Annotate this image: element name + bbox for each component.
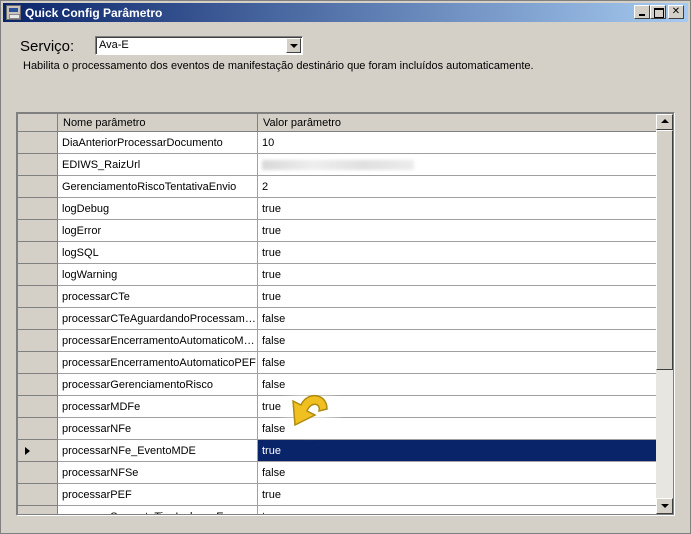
table-row[interactable]: processarPEF true [18, 484, 656, 506]
row-header-cell[interactable] [18, 462, 58, 484]
table-row[interactable]: processarCTe true [18, 286, 656, 308]
param-name-cell[interactable]: logDebug [58, 198, 258, 220]
param-value-cell[interactable]: false [258, 374, 656, 396]
param-name-cell[interactable]: EDIWS_RaizUrl [58, 154, 258, 176]
row-header-cell[interactable] [18, 220, 58, 242]
row-header-cell[interactable] [18, 286, 58, 308]
row-header-cell[interactable] [18, 330, 58, 352]
table-row[interactable]: processarNFSe false [18, 462, 656, 484]
param-name-cell[interactable]: DiaAnteriorProcessarDocumento [58, 132, 258, 154]
param-name-cell[interactable]: processarPEF [58, 484, 258, 506]
current-row-arrow-icon [25, 447, 30, 455]
param-name-cell[interactable]: processarEncerramentoAutomaticoPEF [58, 352, 258, 374]
param-value-cell[interactable]: true [258, 506, 656, 514]
param-value-cell[interactable] [258, 154, 656, 176]
row-header-cell[interactable] [18, 198, 58, 220]
param-name-cell[interactable]: processarGerenciamentoRisco [58, 374, 258, 396]
param-value-cell[interactable]: false [258, 352, 656, 374]
row-header-cell[interactable] [18, 154, 58, 176]
param-value-cell[interactable]: true [258, 198, 656, 220]
param-name-cell[interactable]: processarMDFe [58, 396, 258, 418]
table-row[interactable]: processarEncerramentoAutomaticoPEF false [18, 352, 656, 374]
row-header-cell[interactable] [18, 418, 58, 440]
maximize-button[interactable] [650, 5, 666, 19]
table-row[interactable]: logSQL true [18, 242, 656, 264]
row-header-cell[interactable] [18, 242, 58, 264]
row-header-cell[interactable] [18, 440, 58, 462]
row-header-cell[interactable] [18, 352, 58, 374]
row-header-cell[interactable] [18, 132, 58, 154]
table-row[interactable]: logDebug true [18, 198, 656, 220]
row-header-cell[interactable] [18, 264, 58, 286]
param-value-cell[interactable]: false [258, 418, 656, 440]
chevron-down-icon[interactable] [286, 38, 301, 53]
param-name-cell[interactable]: logSQL [58, 242, 258, 264]
param-name-cell[interactable]: processarSomenteTipoInclusaoEspecifico [58, 506, 258, 514]
param-name-cell[interactable]: processarCTeAguardandoProcessamento [58, 308, 258, 330]
grid-header: Nome parâmetro Valor parâmetro [18, 114, 656, 132]
title-bar[interactable]: Quick Config Parâmetro ✕ [3, 3, 688, 22]
table-row[interactable]: processarNFe_EventoMDE true [18, 440, 656, 462]
quick-config-window: Quick Config Parâmetro ✕ Serviço: Ava-E … [0, 0, 691, 534]
table-row[interactable]: logWarning true [18, 264, 656, 286]
param-value-cell[interactable]: 2 [258, 176, 656, 198]
parameters-grid[interactable]: Nome parâmetro Valor parâmetro DiaAnteri… [16, 112, 675, 516]
row-header-cell[interactable] [18, 396, 58, 418]
service-dropdown-value: Ava-E [99, 39, 129, 51]
window-title: Quick Config Parâmetro [25, 6, 163, 20]
param-name-cell[interactable]: logWarning [58, 264, 258, 286]
scroll-thumb[interactable] [656, 130, 673, 370]
param-value-cell[interactable]: true [258, 264, 656, 286]
row-header-cell[interactable] [18, 484, 58, 506]
param-name-cell[interactable]: logError [58, 220, 258, 242]
close-button[interactable]: ✕ [668, 5, 684, 19]
param-value-cell[interactable]: true [258, 440, 656, 462]
service-label: Serviço: [20, 38, 75, 55]
param-value-cell[interactable]: true [258, 220, 656, 242]
table-row[interactable]: logError true [18, 220, 656, 242]
row-header-cell[interactable] [18, 176, 58, 198]
row-header-cell[interactable] [18, 308, 58, 330]
column-header-name[interactable]: Nome parâmetro [58, 114, 258, 132]
table-row[interactable]: processarGerenciamentoRisco false [18, 374, 656, 396]
param-name-cell[interactable]: GerenciamentoRiscoTentativaEnvio [58, 176, 258, 198]
param-value-cell[interactable]: false [258, 308, 656, 330]
param-value-cell[interactable]: true [258, 484, 656, 506]
param-name-cell[interactable]: processarEncerramentoAutomaticoMDFe [58, 330, 258, 352]
table-row[interactable]: processarNFe false [18, 418, 656, 440]
param-name-cell[interactable]: processarNFe_EventoMDE [58, 440, 258, 462]
service-description: Habilita o processamento dos eventos de … [23, 60, 534, 72]
scroll-down-button[interactable] [656, 498, 673, 514]
service-dropdown[interactable]: Ava-E [95, 36, 303, 55]
param-value-cell[interactable]: true [258, 286, 656, 308]
row-header-cell[interactable] [18, 506, 58, 514]
table-row[interactable]: processarSomenteTipoInclusaoEspecificotr… [18, 506, 656, 514]
row-header-corner[interactable] [18, 114, 58, 132]
table-row[interactable]: processarEncerramentoAutomaticoMDFe false [18, 330, 656, 352]
vertical-scrollbar[interactable] [656, 114, 673, 514]
table-row[interactable]: processarCTeAguardandoProcessamento false [18, 308, 656, 330]
param-value-cell[interactable]: 10 [258, 132, 656, 154]
grid-rows: DiaAnteriorProcessarDocumento 10 EDIWS_Rai… [18, 132, 656, 514]
param-value-cell[interactable]: true [258, 242, 656, 264]
table-row[interactable]: EDIWS_RaizUrl [18, 154, 656, 176]
redacted-value [262, 160, 414, 170]
scroll-up-button[interactable] [656, 114, 673, 130]
table-row[interactable]: DiaAnteriorProcessarDocumento 10 [18, 132, 656, 154]
param-value-cell[interactable]: true [258, 396, 656, 418]
param-name-cell[interactable]: processarNFSe [58, 462, 258, 484]
table-row[interactable]: processarMDFe true [18, 396, 656, 418]
column-header-value[interactable]: Valor parâmetro [258, 114, 656, 132]
param-name-cell[interactable]: processarCTe [58, 286, 258, 308]
row-header-cell[interactable] [18, 374, 58, 396]
param-value-cell[interactable]: false [258, 462, 656, 484]
app-window-icon [6, 5, 21, 20]
table-row[interactable]: GerenciamentoRiscoTentativaEnvio 2 [18, 176, 656, 198]
param-name-cell[interactable]: processarNFe [58, 418, 258, 440]
minimize-button[interactable] [634, 5, 650, 19]
param-value-cell[interactable]: false [258, 330, 656, 352]
